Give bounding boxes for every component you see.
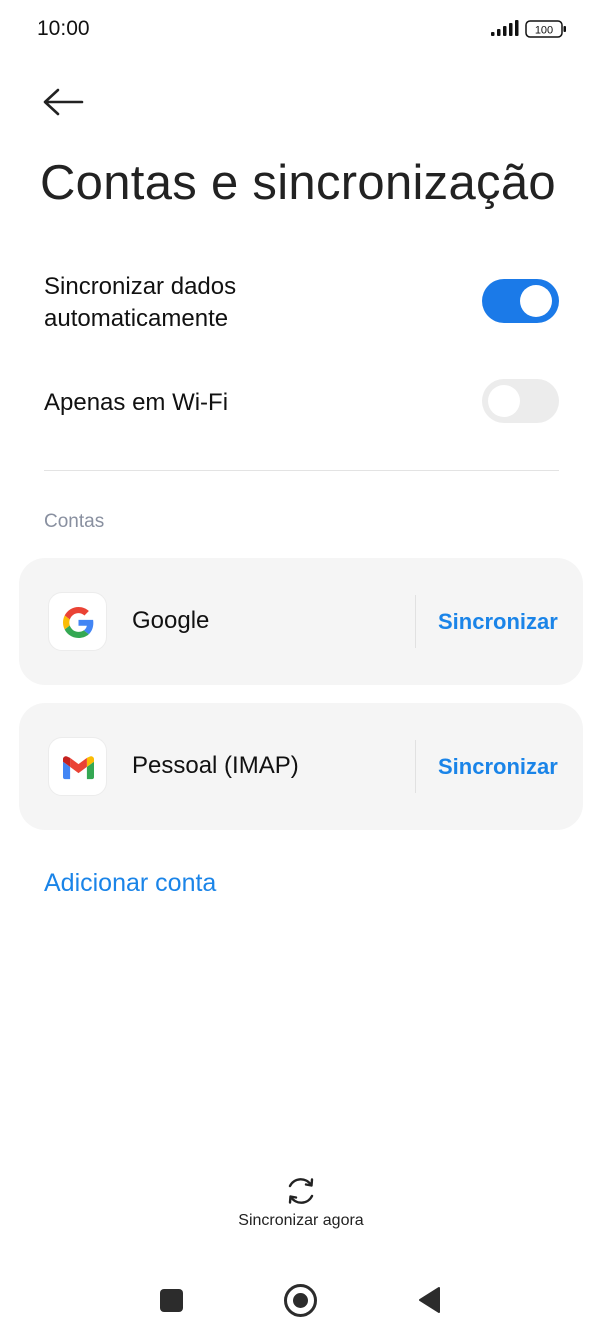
separator — [415, 740, 416, 793]
toggle-knob — [520, 285, 552, 317]
signal-icon — [491, 20, 519, 36]
gmail-icon — [48, 737, 107, 796]
status-bar: 10:00 100 — [0, 0, 602, 60]
sync-now-label: Sincronizar agora — [238, 1212, 364, 1229]
account-card-imap[interactable]: Pessoal (IMAP) Sincronizar — [19, 703, 583, 830]
account-name: Pessoal (IMAP) — [132, 752, 299, 779]
sync-imap-button[interactable]: Sincronizar — [438, 754, 558, 780]
recent-apps-button[interactable] — [160, 1289, 183, 1312]
navigation-bar — [0, 1270, 602, 1330]
auto-sync-label: Sincronizar dados automaticamente — [44, 273, 237, 332]
nav-back-button[interactable] — [417, 1286, 441, 1314]
accounts-section-label: Contas — [44, 511, 105, 532]
toggle-knob — [488, 385, 520, 417]
wifi-only-label: Apenas em Wi-Fi — [44, 389, 229, 416]
separator — [415, 595, 416, 648]
home-button[interactable] — [284, 1284, 317, 1317]
divider — [44, 470, 559, 471]
sync-now-button[interactable]: Sincronizar agora — [220, 1172, 382, 1236]
back-arrow-icon[interactable] — [38, 80, 86, 124]
add-account-link[interactable]: Adicionar conta — [44, 869, 216, 898]
account-name: Google — [132, 607, 210, 634]
wifi-only-toggle[interactable] — [482, 379, 559, 423]
status-time: 10:00 — [37, 17, 90, 40]
auto-sync-toggle[interactable] — [482, 279, 559, 323]
google-icon — [48, 592, 107, 651]
sync-icon — [288, 1178, 314, 1204]
page-title: Contas e sincronização — [40, 156, 556, 210]
sync-google-button[interactable]: Sincronizar — [438, 609, 558, 635]
battery-level: 100 — [535, 25, 553, 37]
home-dot — [293, 1293, 308, 1308]
battery-icon: 100 — [525, 20, 566, 38]
account-card-google[interactable]: Google Sincronizar — [19, 558, 583, 685]
